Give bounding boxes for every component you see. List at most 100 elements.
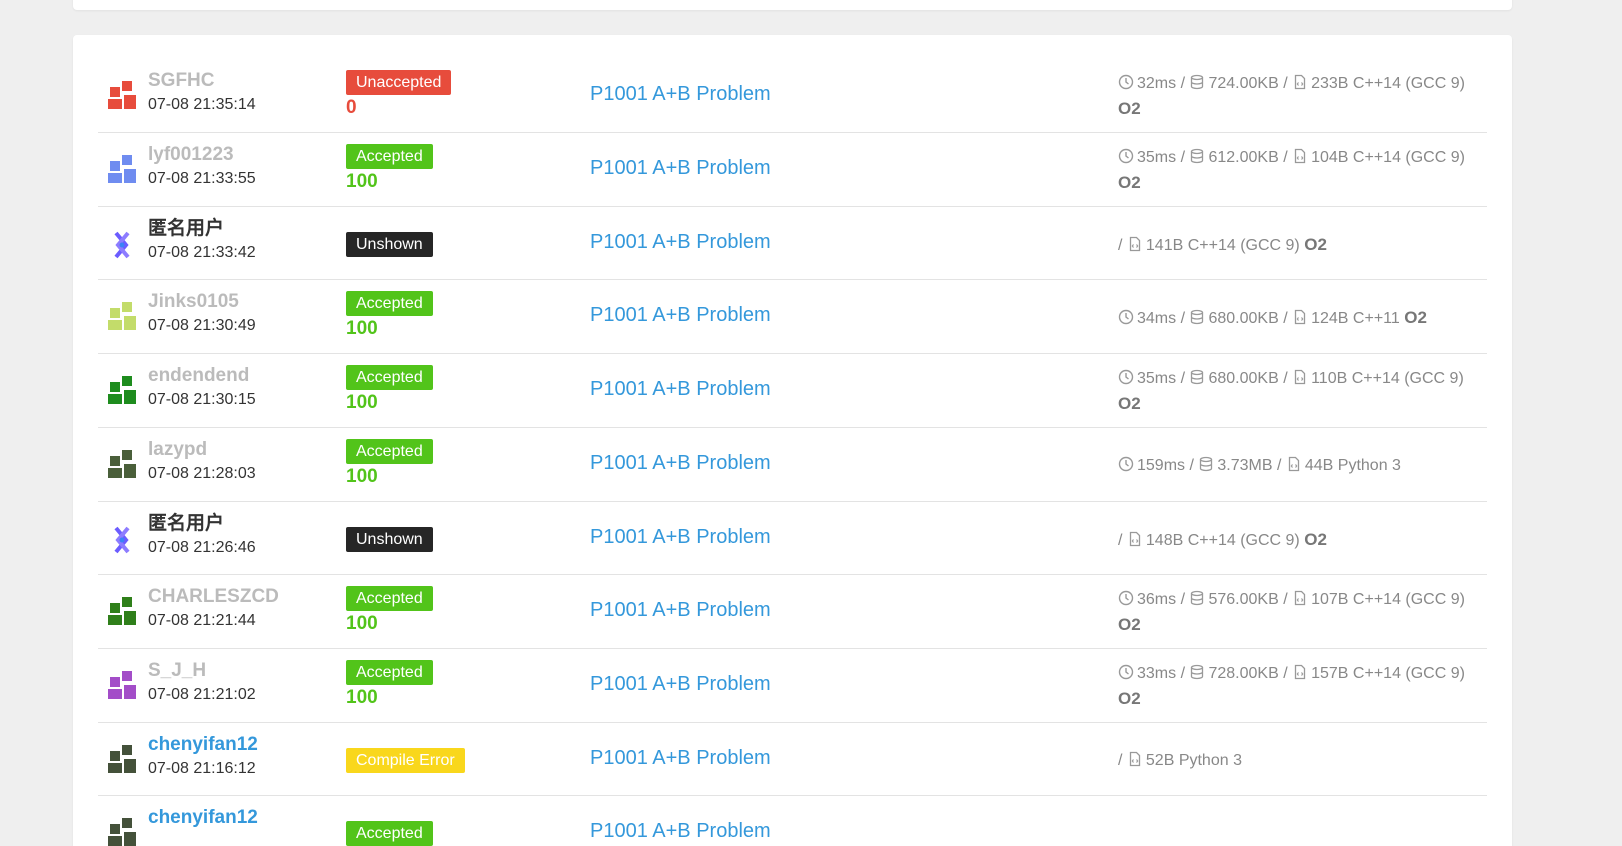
- status-cell: Accepted 100: [346, 291, 433, 342]
- time-used: 35ms: [1137, 149, 1177, 166]
- avatar[interactable]: [102, 298, 142, 338]
- username-link[interactable]: lazypd: [148, 438, 256, 462]
- status-badge[interactable]: Compile Error: [346, 748, 465, 773]
- problem-link[interactable]: P1001 A+B Problem: [590, 747, 771, 770]
- status-badge[interactable]: Unshown: [346, 527, 433, 552]
- submission-meta: 33ms / 728.00KB / 157B C++14 (GCC 9) O2: [1118, 663, 1465, 708]
- memory-used: 724.00KB: [1208, 75, 1279, 92]
- database-icon: [1189, 73, 1205, 90]
- status-cell: Unshown: [346, 527, 433, 552]
- record-row: chenyifan12 Accepted P1001 A+B Problem: [98, 796, 1487, 846]
- previous-card: [73, 0, 1512, 10]
- submission-meta: 36ms / 576.00KB / 107B C++14 (GCC 9) O2: [1118, 589, 1465, 634]
- submit-time: 07-08 21:35:14: [148, 96, 256, 113]
- problem-link[interactable]: P1001 A+B Problem: [590, 526, 771, 549]
- clock-icon: [1118, 368, 1134, 385]
- user-info: chenyifan12 07-08 21:16:12: [148, 733, 258, 781]
- submission-meta: 34ms / 680.00KB / 124B C++11 O2: [1118, 305, 1488, 331]
- status-badge[interactable]: Accepted: [346, 144, 433, 169]
- problem-link[interactable]: P1001 A+B Problem: [590, 304, 771, 327]
- code-file-icon: [1127, 530, 1143, 547]
- problem-link[interactable]: P1001 A+B Problem: [590, 599, 771, 622]
- memory-used: 3.73MB: [1217, 457, 1273, 474]
- username-link[interactable]: chenyifan12: [148, 806, 258, 830]
- status-badge[interactable]: Unaccepted: [346, 70, 452, 95]
- user-info: 匿名用户 07-08 21:33:42: [148, 217, 256, 265]
- memory-used: 728.00KB: [1208, 665, 1279, 682]
- username-link[interactable]: S_J_H: [148, 659, 256, 683]
- submit-time: 07-08 21:33:55: [148, 170, 256, 187]
- avatar[interactable]: [102, 667, 142, 707]
- username-link: 匿名用户: [148, 513, 225, 534]
- time-used: 36ms: [1137, 591, 1177, 608]
- o2-flag: O2: [1118, 99, 1141, 118]
- code-file-icon: [1292, 589, 1308, 606]
- status-badge[interactable]: Accepted: [346, 586, 433, 611]
- problem-link[interactable]: P1001 A+B Problem: [590, 157, 771, 180]
- username-link[interactable]: CHARLESZCD: [148, 585, 279, 609]
- status-badge[interactable]: Accepted: [346, 821, 433, 846]
- problem-link[interactable]: P1001 A+B Problem: [590, 231, 771, 254]
- record-row: endendend 07-08 21:30:15 Accepted 100 P1001 …: [98, 354, 1487, 428]
- problem-link[interactable]: P1001 A+B Problem: [590, 378, 771, 401]
- status-badge[interactable]: Accepted: [346, 365, 433, 390]
- avatar[interactable]: [102, 77, 142, 117]
- record-list: SGFHC 07-08 21:35:14 Unaccepted 0 P1001 A+B …: [98, 59, 1487, 846]
- status-badge[interactable]: Accepted: [346, 660, 433, 685]
- language: C++14 (GCC 9): [1351, 370, 1464, 387]
- problem-link[interactable]: P1001 A+B Problem: [590, 673, 771, 696]
- clock-icon: [1118, 147, 1134, 164]
- clock-icon: [1118, 663, 1134, 680]
- database-icon: [1189, 308, 1205, 325]
- status-badge[interactable]: Unshown: [346, 232, 433, 257]
- record-row: chenyifan12 07-08 21:16:12 Compile Error P1…: [98, 723, 1487, 796]
- clock-icon: [1118, 589, 1134, 606]
- database-icon: [1189, 368, 1205, 385]
- code-file-icon: [1292, 73, 1308, 90]
- user-info: Jinks0105 07-08 21:30:49: [148, 290, 256, 338]
- code-file-icon: [1292, 147, 1308, 164]
- username-link[interactable]: endendend: [148, 364, 256, 388]
- record-row: lazypd 07-08 21:28:03 Accepted 100 P1001 A+B…: [98, 428, 1487, 502]
- username-link[interactable]: lyf001223: [148, 143, 256, 167]
- code-file-icon: [1292, 308, 1308, 325]
- submit-time: 07-08 21:21:02: [148, 686, 256, 703]
- language: C++14 (GCC 9): [1352, 665, 1465, 682]
- submit-time: 07-08 21:30:15: [148, 391, 256, 408]
- username-link[interactable]: chenyifan12: [148, 733, 258, 757]
- language: C++14 (GCC 9): [1187, 532, 1300, 549]
- problem-link[interactable]: P1001 A+B Problem: [590, 83, 771, 106]
- submission-meta: 159ms / 3.73MB / 44B Python 3: [1118, 453, 1488, 478]
- user-info: S_J_H 07-08 21:21:02: [148, 659, 256, 707]
- record-list-card: SGFHC 07-08 21:35:14 Unaccepted 0 P1001 A+B …: [73, 35, 1512, 846]
- avatar[interactable]: [102, 151, 142, 191]
- username-link[interactable]: Jinks0105: [148, 290, 256, 314]
- clock-icon: [1118, 308, 1134, 325]
- avatar[interactable]: [102, 814, 142, 846]
- problem-link[interactable]: P1001 A+B Problem: [590, 452, 771, 475]
- status-cell: Accepted 100: [346, 586, 433, 637]
- status-cell: Accepted: [346, 821, 433, 846]
- status-badge[interactable]: Accepted: [346, 439, 433, 464]
- username-link[interactable]: SGFHC: [148, 69, 256, 93]
- code-size: 157B: [1311, 665, 1349, 682]
- code-size: 44B: [1304, 457, 1334, 474]
- avatar[interactable]: [102, 225, 142, 265]
- problem-link[interactable]: P1001 A+B Problem: [590, 820, 771, 843]
- score: 100: [346, 392, 378, 413]
- status-badge[interactable]: Accepted: [346, 291, 433, 316]
- submit-time: 07-08 21:16:12: [148, 760, 256, 777]
- avatar[interactable]: [102, 520, 142, 560]
- status-cell: Accepted 100: [346, 144, 433, 195]
- avatar[interactable]: [102, 372, 142, 412]
- submit-time: 07-08 21:28:03: [148, 465, 256, 482]
- o2-flag: O2: [1404, 308, 1427, 327]
- code-file-icon: [1292, 663, 1308, 680]
- code-file-icon: [1292, 368, 1308, 385]
- record-row: lyf001223 07-08 21:33:55 Accepted 100 P1001 …: [98, 133, 1487, 207]
- avatar[interactable]: [102, 593, 142, 633]
- language: Python 3: [1178, 752, 1242, 769]
- o2-flag: O2: [1118, 615, 1141, 634]
- avatar[interactable]: [102, 446, 142, 486]
- avatar[interactable]: [102, 741, 142, 781]
